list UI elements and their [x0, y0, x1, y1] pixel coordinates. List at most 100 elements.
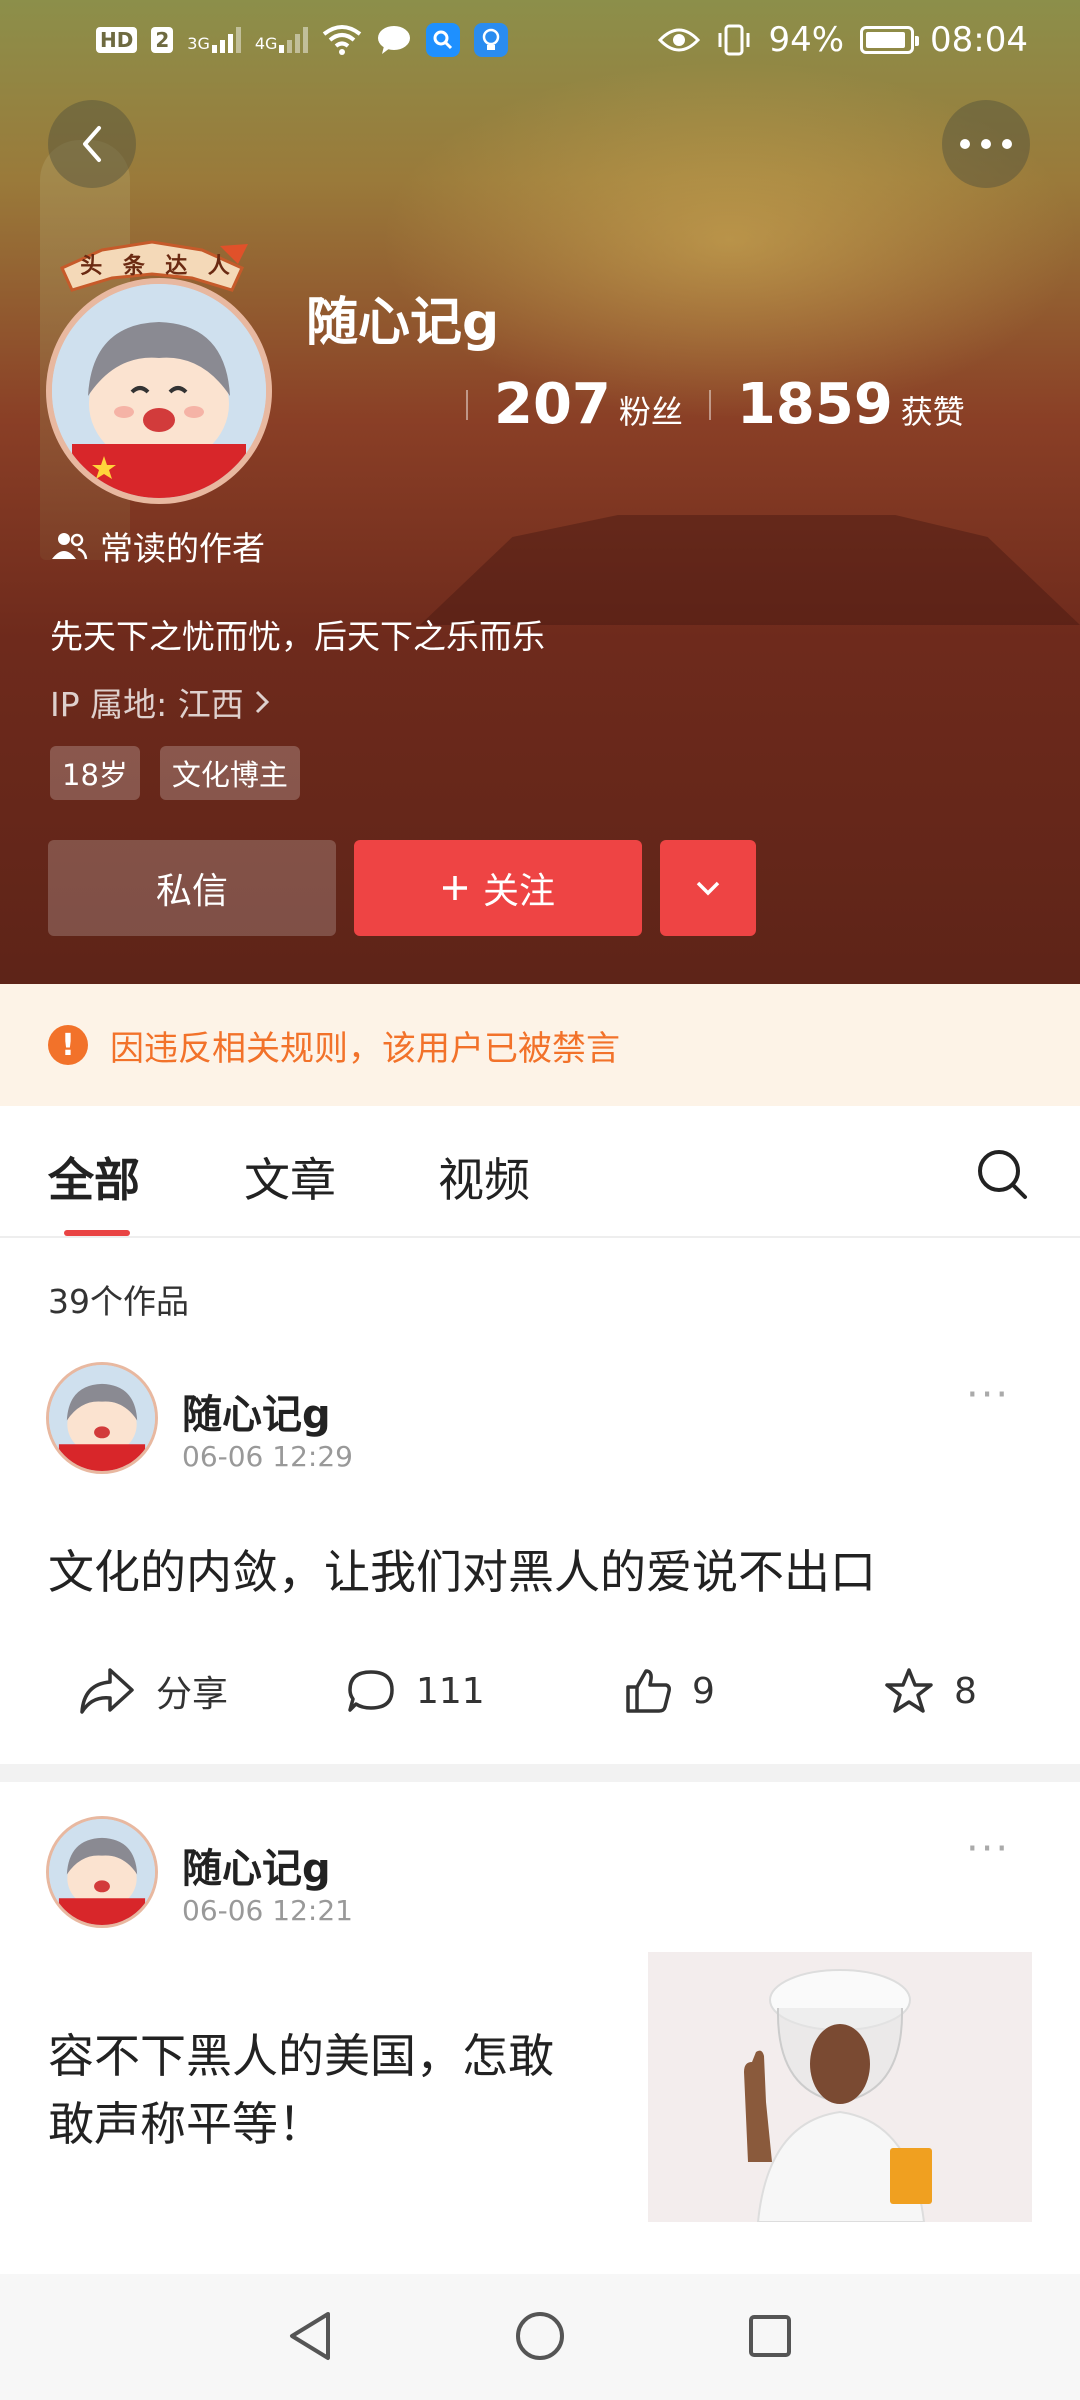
warning-icon: !	[48, 1025, 88, 1065]
favorite-button[interactable]: 8	[884, 1646, 977, 1736]
post-more-button[interactable]: ···	[966, 1372, 1010, 1418]
like-button[interactable]: 9	[624, 1646, 715, 1736]
post-text-line: 容不下黑人的美国，怎敢	[48, 2029, 554, 2083]
post-thumbnail-image[interactable]	[648, 1952, 1032, 2222]
tab-articles[interactable]: 文章	[244, 1144, 336, 1210]
post-more-button[interactable]: ···	[966, 1826, 1010, 1872]
system-navigation-bar	[0, 2274, 1080, 2400]
likes-count: 1859	[736, 372, 893, 437]
star-icon	[885, 1668, 933, 1713]
comment-button[interactable]: 111	[346, 1646, 485, 1736]
content-tabs: 全部 文章 视频	[0, 1106, 1080, 1238]
tag-age: 18岁	[50, 746, 140, 800]
follow-button-label: 关注	[482, 871, 555, 912]
post-time: 06-06 12:29	[182, 1440, 353, 1473]
nav-recents-button[interactable]	[738, 2304, 802, 2368]
chevron-right-icon	[255, 690, 269, 714]
clock: 08:04	[930, 20, 1028, 60]
tab-all[interactable]: 全部	[48, 1144, 140, 1210]
profile-name: 随心记g	[306, 293, 500, 353]
thumbs-up-icon	[626, 1669, 671, 1713]
search-icon	[978, 1150, 1027, 1199]
fans-count[interactable]: 207	[494, 372, 611, 437]
top-creator-badge-text: 头条达人	[70, 248, 240, 280]
status-left-icons: HD 2 3G 4G	[96, 23, 509, 57]
share-label: 分享	[156, 1674, 229, 1715]
nav-home-button[interactable]	[508, 2304, 572, 2368]
chat-app-icon	[378, 26, 411, 54]
fans-label[interactable]: 粉丝	[619, 387, 683, 433]
favorite-count: 8	[954, 1670, 977, 1712]
active-tab-indicator	[64, 1230, 130, 1236]
share-button[interactable]: 分享	[78, 1646, 228, 1736]
frequent-reader-label: 常读的作者	[50, 522, 265, 570]
badge-char: 条	[122, 254, 145, 279]
post-author-name[interactable]: 随心记g	[182, 1382, 331, 1440]
tag-category: 文化博主	[159, 746, 300, 800]
chevron-left-icon	[83, 126, 101, 162]
like-count: 9	[692, 1670, 715, 1712]
tab-videos[interactable]: 视频	[438, 1144, 530, 1210]
ip-location[interactable]: IP 属地: 江西	[50, 678, 270, 726]
badge-char: 达	[165, 254, 188, 279]
beekeeper-photo-image	[648, 1952, 1032, 2222]
bulb-app-icon	[474, 23, 509, 57]
status-bar: HD 2 3G 4G 94% 08:04	[0, 0, 1080, 80]
profile-bio: 先天下之忧而忧，后天下之乐而乐	[50, 617, 545, 656]
header-background-roof	[420, 515, 1080, 625]
plus-icon	[442, 876, 467, 900]
profile-header: HD 2 3G 4G 94% 08:04 头 条 达 人 随心记g 207 粉丝…	[0, 0, 1080, 984]
circle-home-icon	[516, 2312, 564, 2360]
cartoon-avatar-image	[49, 1365, 155, 1471]
cartoon-avatar-image	[49, 1819, 155, 1925]
post-text[interactable]: 容不下黑人的美国，怎敢 敢声称平等！	[48, 2022, 554, 2158]
triangle-back-icon	[290, 2312, 330, 2360]
likes-label: 获赞	[900, 393, 965, 431]
profile-stats: 207 粉丝 1859 获赞	[440, 372, 965, 437]
hd-icon: HD	[96, 27, 138, 53]
search-app-icon	[426, 23, 461, 57]
feed-divider	[0, 1764, 1080, 1782]
battery-percent: 94%	[768, 20, 845, 60]
post-author-name[interactable]: 随心记g	[182, 1836, 331, 1894]
more-options-button[interactable]	[942, 100, 1030, 188]
back-button[interactable]	[48, 100, 136, 188]
post-author-avatar[interactable]	[46, 1816, 158, 1928]
signal-4g-icon: 4G	[255, 27, 309, 53]
message-button[interactable]: 私信	[48, 840, 336, 936]
profile-actions: 私信 关注	[48, 840, 756, 936]
search-button[interactable]	[974, 1146, 1030, 1202]
nav-back-button[interactable]	[278, 2304, 342, 2368]
follow-button[interactable]: 关注	[354, 840, 642, 936]
profile-tags: 18岁 文化博主	[50, 746, 300, 800]
eye-icon	[658, 28, 701, 52]
badge-char: 头	[80, 254, 103, 279]
cartoon-avatar-image	[52, 284, 266, 498]
signal-3g-icon: 3G	[187, 27, 241, 53]
post-actions: 分享 111 9 8	[0, 1646, 1080, 1736]
post-text[interactable]: 文化的内敛，让我们对黑人的爱说不出口	[48, 1538, 876, 1606]
ip-location-text: IP 属地: 江西	[50, 685, 244, 724]
recommend-dropdown-button[interactable]	[660, 840, 756, 936]
works-count: 39个作品	[48, 1282, 189, 1321]
vibrate-icon	[718, 24, 750, 56]
ban-notice-text: 因违反相关规则，该用户已被禁言	[110, 1028, 620, 1069]
more-dots-icon	[960, 139, 1012, 149]
battery-icon	[860, 26, 920, 54]
stat-separator	[466, 389, 468, 420]
badge-char: 人	[207, 254, 230, 279]
ban-notice: ! 因违反相关规则，该用户已被禁言	[0, 984, 1080, 1106]
post-author-avatar[interactable]	[46, 1362, 158, 1474]
stat-separator	[708, 389, 711, 420]
chevron-down-icon	[696, 881, 720, 896]
comment-icon	[348, 1670, 394, 1712]
share-icon	[80, 1668, 134, 1714]
square-recents-icon	[749, 2315, 791, 2357]
post-text-line: 敢声称平等！	[48, 2097, 324, 2151]
profile-avatar[interactable]	[46, 278, 272, 504]
comment-count: 111	[416, 1670, 485, 1712]
status-right-icons: 94% 08:04	[658, 20, 1028, 60]
message-button-label: 私信	[155, 871, 228, 912]
people-icon	[52, 533, 88, 560]
wifi-icon	[323, 25, 362, 55]
